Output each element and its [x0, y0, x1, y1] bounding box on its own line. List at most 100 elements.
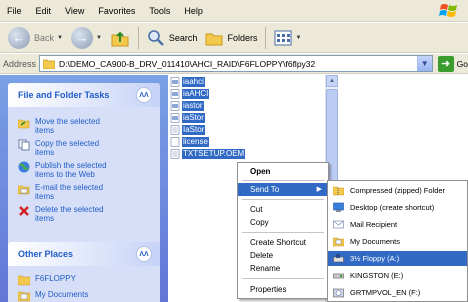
- ctx-create-shortcut[interactable]: Create Shortcut: [238, 236, 328, 249]
- views-button[interactable]: ▼: [270, 25, 305, 51]
- ctx-send-to-label: Send To: [250, 185, 280, 194]
- file-name: IaStor: [182, 124, 206, 135]
- back-dropdown-icon[interactable]: ▼: [57, 35, 63, 41]
- toolbar-separator: [137, 26, 139, 49]
- task-delete[interactable]: Delete the selected items: [8, 203, 160, 225]
- back-button[interactable]: ← Back ▼: [4, 25, 67, 51]
- my-documents-icon: [333, 237, 344, 247]
- file-folder-tasks-header[interactable]: File and Folder Tasks ΛΛ: [8, 83, 160, 107]
- ctx-separator: [242, 232, 324, 233]
- task-publish-line2: items to the Web: [35, 170, 95, 179]
- sendto-desktop[interactable]: Desktop (create shortcut): [328, 200, 467, 215]
- delete-x-icon: [19, 206, 29, 216]
- email-icon: [18, 185, 30, 195]
- file-row[interactable]: iaahci: [170, 76, 205, 87]
- sendto-my-documents[interactable]: My Documents: [328, 234, 467, 249]
- file-name: iaAHCI: [182, 88, 210, 99]
- back-label: Back: [34, 32, 55, 43]
- search-label: Search: [168, 32, 198, 43]
- place-my-documents-label: My Documents: [35, 290, 89, 299]
- menu-help[interactable]: Help: [177, 0, 210, 22]
- file-name: iaahci: [182, 76, 205, 87]
- menu-view[interactable]: View: [58, 0, 91, 22]
- file-row[interactable]: IaStor: [170, 124, 206, 135]
- sendto-floppy[interactable]: 3½ Floppy (A:): [328, 251, 467, 266]
- system-file-icon: [170, 76, 180, 87]
- scroll-up-icon[interactable]: ▲: [326, 75, 338, 87]
- sendto-compressed-folder[interactable]: Compressed (zipped) Folder: [328, 183, 467, 198]
- address-input[interactable]: D:\DEMO_CA900-B_DRV_011410\AHCI_RAID\F6F…: [39, 55, 433, 72]
- toolbar-separator-2: [265, 26, 267, 49]
- file-row[interactable]: TXTSETUP.OEM: [170, 148, 246, 159]
- sendto-mail-recipient[interactable]: Mail Recipient: [328, 217, 467, 232]
- menu-favorites[interactable]: Favorites: [91, 0, 142, 22]
- task-copy[interactable]: Copy the selected items: [8, 137, 160, 159]
- go-arrow-icon: ➜: [437, 55, 454, 72]
- task-copy-line1: Copy the selected: [35, 139, 100, 148]
- forward-arrow-icon: →: [70, 26, 93, 49]
- toolbar: ← Back ▼ → ▼ Search Folders ▼: [0, 23, 468, 53]
- forward-dropdown-icon[interactable]: ▼: [96, 35, 102, 41]
- ctx-separator: [242, 278, 324, 279]
- task-publish[interactable]: Publish the selected items to the Web: [8, 159, 160, 181]
- search-icon: [148, 29, 164, 46]
- sendto-grtmpvol-label: GRTMPVOL_EN (F:): [350, 288, 421, 297]
- menu-edit[interactable]: Edit: [29, 0, 59, 22]
- file-folder-tasks-panel: File and Folder Tasks ΛΛ Move the select…: [8, 83, 160, 247]
- menu-file[interactable]: File: [0, 0, 29, 22]
- address-dropdown-icon[interactable]: ▼: [416, 56, 432, 71]
- ctx-open[interactable]: Open: [238, 165, 328, 178]
- search-button[interactable]: Search: [143, 25, 202, 51]
- other-places-header[interactable]: Other Places ΛΛ: [8, 242, 160, 266]
- file-name: TXTSETUP.OEM: [182, 148, 246, 159]
- address-bar: Address D:\DEMO_CA900-B_DRV_011410\AHCI_…: [0, 54, 468, 74]
- ctx-cut[interactable]: Cut: [238, 203, 328, 216]
- views-dropdown-icon[interactable]: ▼: [295, 35, 301, 41]
- menu-tools[interactable]: Tools: [142, 0, 177, 22]
- file-row[interactable]: iastor: [170, 100, 204, 111]
- address-label: Address: [3, 58, 37, 69]
- file-folder-tasks-title: File and Folder Tasks: [18, 90, 110, 100]
- place-f6floppy[interactable]: F6FLOPPY: [8, 272, 160, 288]
- submenu-arrow-icon: ▶: [316, 186, 322, 193]
- folders-icon: [205, 33, 223, 45]
- task-move[interactable]: Move the selected items: [8, 115, 160, 137]
- task-delete-line1: Delete the selected: [35, 205, 104, 214]
- sendto-desktop-label: Desktop (create shortcut): [350, 203, 435, 212]
- folders-button[interactable]: Folders: [201, 25, 261, 51]
- file-row[interactable]: iaStor: [170, 112, 205, 123]
- folder-icon: [43, 59, 56, 69]
- file-icon: [170, 136, 180, 147]
- up-folder-button[interactable]: [106, 25, 134, 51]
- send-to-submenu: Compressed (zipped) Folder Desktop (crea…: [327, 180, 468, 302]
- ctx-separator: [242, 199, 324, 200]
- sendto-compressed-label: Compressed (zipped) Folder: [350, 186, 446, 195]
- text-file-icon: [170, 124, 180, 135]
- other-places-panel: Other Places ΛΛ F6FLOPPY My Documents: [8, 242, 160, 302]
- ctx-properties[interactable]: Properties: [238, 283, 328, 296]
- forward-button[interactable]: → ▼: [67, 25, 106, 51]
- go-button[interactable]: ➜ Go: [437, 55, 468, 72]
- other-places-chevron-icon[interactable]: ΛΛ: [136, 246, 152, 262]
- move-icon: [18, 119, 30, 129]
- sendto-kingston-label: KINGSTON (E:): [350, 271, 404, 280]
- zip-folder-icon: [333, 186, 344, 196]
- ctx-copy[interactable]: Copy: [238, 216, 328, 229]
- collapse-chevron-icon[interactable]: ΛΛ: [136, 87, 152, 103]
- ctx-rename[interactable]: Rename: [238, 262, 328, 275]
- sendto-mydocs-label: My Documents: [350, 237, 401, 246]
- copy-icon: [18, 139, 30, 151]
- place-my-documents[interactable]: My Documents: [8, 288, 160, 302]
- ctx-delete[interactable]: Delete: [238, 249, 328, 262]
- file-name: iaStor: [182, 112, 205, 123]
- sendto-grtmpvol[interactable]: GRTMPVOL_EN (F:): [328, 285, 467, 300]
- back-arrow-icon: ←: [8, 26, 30, 49]
- sendto-kingston[interactable]: KINGSTON (E:): [328, 268, 467, 283]
- file-row[interactable]: license: [170, 136, 209, 147]
- task-email[interactable]: E-mail the selected items: [8, 181, 160, 203]
- file-row[interactable]: iaAHCI: [170, 88, 210, 99]
- place-f6floppy-label: F6FLOPPY: [35, 274, 76, 283]
- publish-globe-icon: [18, 161, 30, 173]
- ctx-send-to[interactable]: Send To ▶: [238, 183, 328, 196]
- go-label: Go: [456, 58, 468, 69]
